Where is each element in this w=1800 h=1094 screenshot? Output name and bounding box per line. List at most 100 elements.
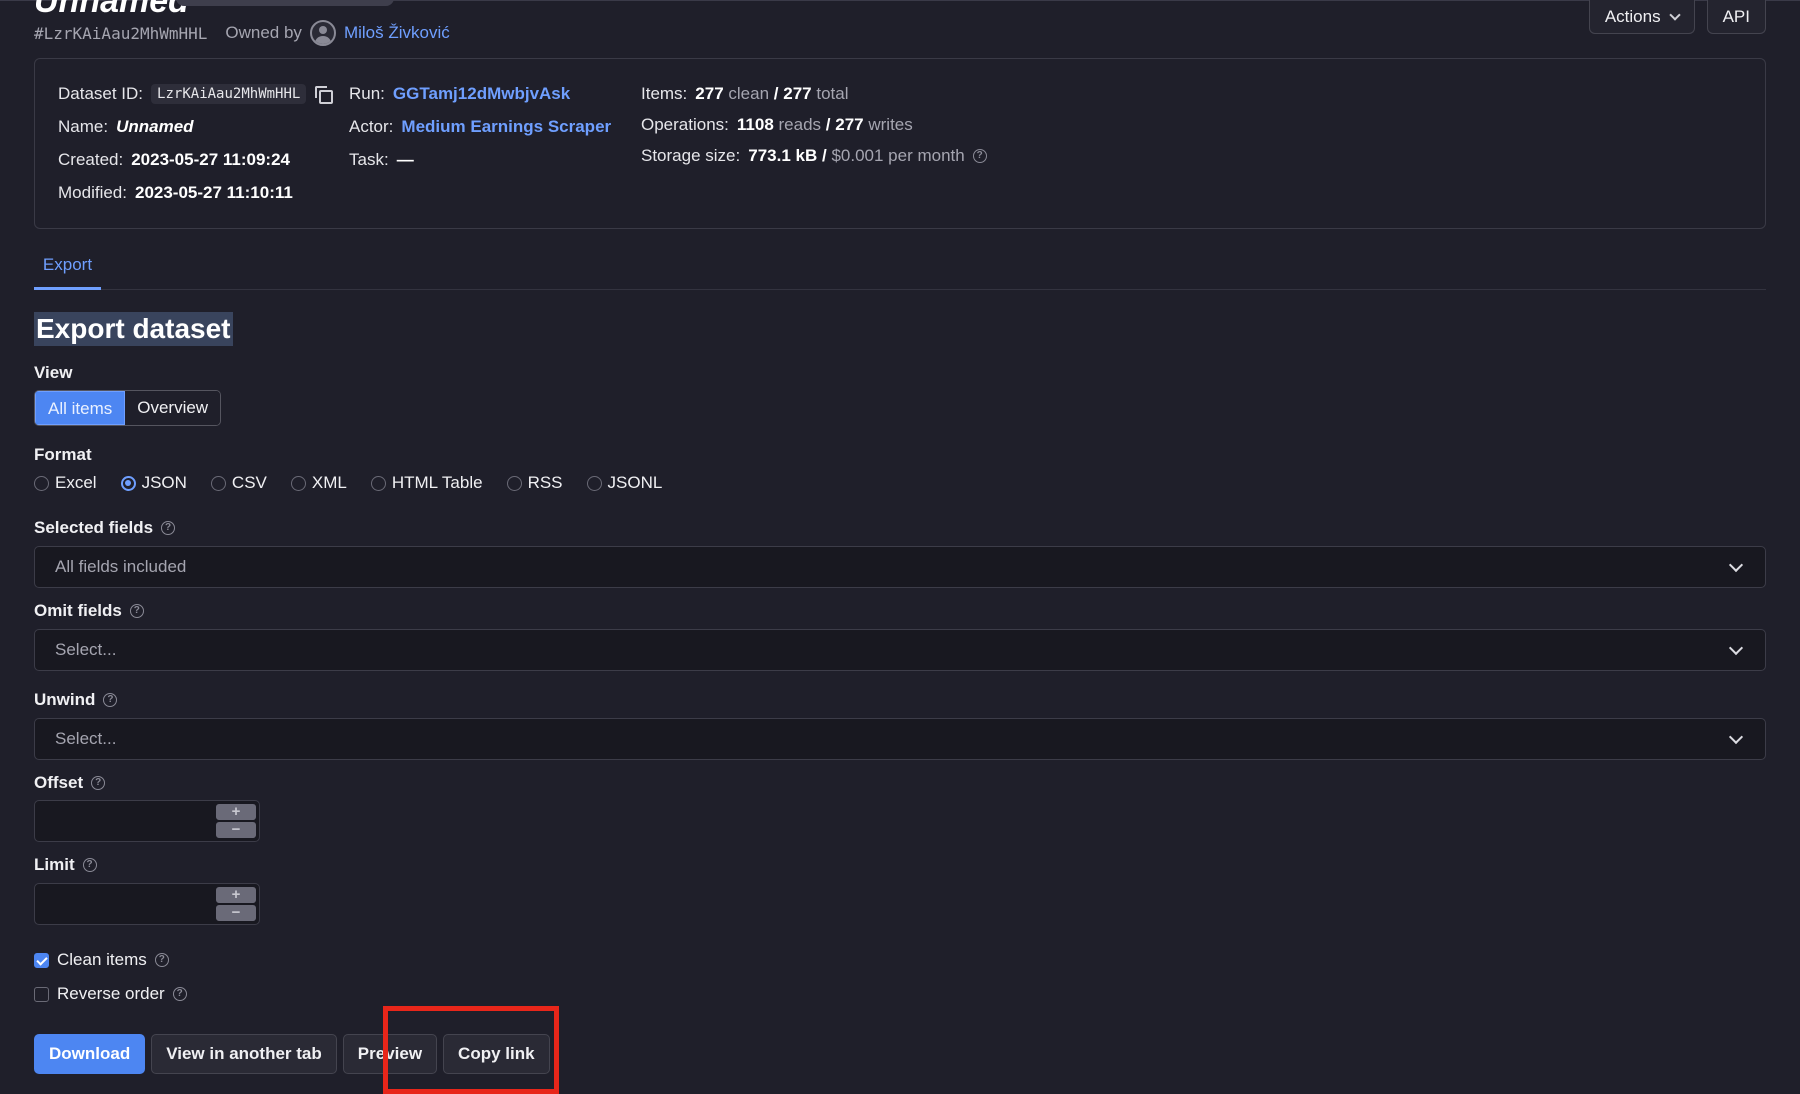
format-option-label: JSON — [141, 473, 187, 492]
help-icon[interactable]: ? — [103, 693, 118, 707]
ops-reads-count: 1108 — [736, 115, 774, 134]
format-option-label: HTML Table — [391, 473, 483, 492]
format-option-label: CSV — [231, 473, 267, 492]
info-col-1: Dataset ID: LzrKAiAau2MhWmHHL Name: Unna… — [58, 83, 334, 204]
unwind-label: Unwind ? — [34, 690, 118, 710]
name-label: Name: — [58, 117, 109, 136]
actor-link[interactable]: Medium Earnings Scraper — [401, 117, 611, 137]
owner-link[interactable]: Miloš Živković — [344, 23, 450, 43]
offset-input[interactable]: + − — [34, 800, 260, 842]
limit-label: Limit ? — [34, 855, 97, 875]
info-modified: Modified: 2023-05-27 11:10:11 — [58, 182, 332, 204]
radio-circle — [506, 475, 522, 491]
items-slash: / — [773, 84, 779, 103]
format-radio-excel[interactable]: Excel — [34, 473, 97, 493]
created-label: Created: — [58, 150, 124, 169]
format-radio-csv[interactable]: CSV — [210, 473, 267, 493]
clean-items-checkbox[interactable]: Clean items ? — [34, 950, 169, 970]
reverse-order-checkbox[interactable]: Reverse order ? — [34, 984, 187, 1004]
ops-reads-word: reads — [778, 115, 822, 134]
clean-items-label: Clean items — [57, 950, 147, 969]
format-radio-json[interactable]: JSON — [120, 473, 187, 493]
run-link[interactable]: GGTamj12dMwbjvAsk — [393, 84, 570, 104]
decrement-button[interactable]: − — [216, 822, 256, 838]
format-option-label: JSONL — [607, 473, 663, 492]
export-button-row: Download View in another tab Preview Cop… — [34, 1034, 550, 1074]
ops-slash: / — [825, 115, 831, 134]
info-run: Run: GGTamj12dMwbjvAsk — [349, 83, 611, 105]
limit-input[interactable]: + − — [34, 883, 260, 925]
info-storage: Storage size: 773.1 kB / $0.001 per mont… — [641, 145, 987, 167]
unwind-select[interactable]: Select... — [34, 718, 1766, 760]
storage-size-value: 773.1 kB — [748, 146, 818, 165]
actions-button[interactable]: Actions — [1588, 0, 1695, 34]
help-icon[interactable]: ? — [972, 149, 987, 163]
info-name: Name: Unnamed — [58, 116, 332, 138]
format-radio-html-table[interactable]: HTML Table — [370, 473, 483, 493]
format-radio-rss[interactable]: RSS — [506, 473, 563, 493]
storage-cost: $0.001 per month — [831, 146, 965, 165]
info-dataset-id: Dataset ID: LzrKAiAau2MhWmHHL — [58, 83, 334, 105]
view-option-overview[interactable]: Overview — [125, 391, 221, 425]
help-icon[interactable]: ? — [154, 953, 169, 967]
preview-button[interactable]: Preview — [342, 1034, 438, 1074]
modified-value: 2023-05-27 11:10:11 — [134, 183, 293, 202]
selected-fields-select[interactable]: All fields included — [34, 546, 1766, 588]
owner-info: Owned by Miloš Živković — [225, 20, 450, 46]
info-task: Task: — — [349, 149, 611, 171]
limit-label-text: Limit — [34, 855, 75, 874]
storage-slash: / — [821, 146, 827, 165]
help-icon[interactable]: ? — [129, 604, 144, 618]
view-in-another-tab-button[interactable]: View in another tab — [151, 1034, 337, 1074]
items-label: Items: — [641, 84, 688, 103]
help-icon[interactable]: ? — [91, 776, 106, 790]
checkbox-unchecked — [34, 986, 49, 1002]
help-icon[interactable]: ? — [82, 858, 97, 872]
help-icon[interactable]: ? — [172, 987, 187, 1001]
items-clean-word: clean — [728, 84, 770, 103]
offset-label: Offset ? — [34, 773, 106, 793]
avatar-icon — [309, 20, 336, 46]
api-button[interactable]: API — [1706, 0, 1766, 34]
radio-circle-selected — [120, 475, 136, 491]
radio-circle — [586, 475, 602, 491]
copy-icon[interactable] — [314, 85, 334, 104]
offset-stepper: + − — [216, 804, 256, 838]
tab-export[interactable]: Export — [34, 248, 101, 290]
api-label: API — [1722, 6, 1750, 26]
checkbox-checked — [34, 952, 49, 968]
offset-label-text: Offset — [34, 773, 84, 792]
increment-button[interactable]: + — [216, 804, 256, 820]
modified-label: Modified: — [58, 183, 127, 202]
omit-fields-label: Omit fields ? — [34, 601, 144, 621]
help-icon[interactable]: ? — [161, 521, 176, 535]
ops-writes-word: writes — [868, 115, 913, 134]
omit-fields-select[interactable]: Select... — [34, 629, 1766, 671]
format-radio-xml[interactable]: XML — [290, 473, 347, 493]
radio-circle — [290, 475, 306, 491]
info-operations: Operations: 1108 reads / 277 writes — [641, 114, 987, 136]
view-label-text: View — [34, 363, 73, 382]
view-option-all-items[interactable]: All items — [35, 391, 126, 425]
tab-bar: Export — [34, 248, 1766, 290]
operations-label: Operations: — [641, 115, 729, 134]
chevron-down-icon — [1728, 557, 1744, 572]
increment-button[interactable]: + — [216, 887, 256, 903]
dataset-id-label: Dataset ID: — [58, 84, 144, 103]
format-radio-jsonl[interactable]: JSONL — [586, 473, 663, 493]
header-actions: Actions API — [1588, 0, 1766, 34]
format-label: Format — [34, 445, 92, 465]
decrement-button[interactable]: − — [216, 905, 256, 921]
download-button[interactable]: Download — [34, 1034, 146, 1074]
selected-fields-label-text: Selected fields — [34, 518, 154, 537]
title-tag — [176, 0, 394, 6]
omit-fields-placeholder: Select... — [55, 640, 117, 659]
info-actor: Actor: Medium Earnings Scraper — [349, 116, 611, 138]
dataset-subtitle: #LzrKAiAau2MhWmHHL Owned by Miloš Živkov… — [34, 20, 450, 46]
actor-label: Actor: — [349, 117, 394, 136]
copy-link-button[interactable]: Copy link — [443, 1034, 550, 1074]
chevron-down-icon — [1668, 8, 1681, 21]
run-label: Run: — [349, 84, 385, 103]
dataset-id-value: LzrKAiAau2MhWmHHL — [151, 84, 307, 104]
selected-fields-label: Selected fields ? — [34, 518, 176, 538]
